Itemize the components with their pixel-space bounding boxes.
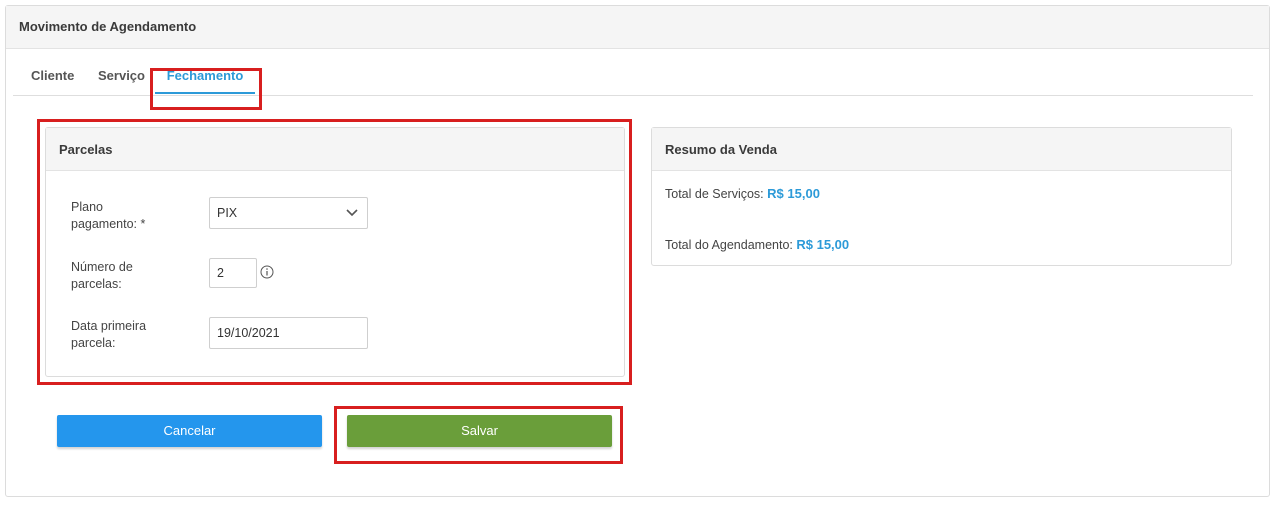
- highlight-tab-fechamento: [150, 68, 262, 110]
- parcelas-panel: Parcelas Plano pagamento: * PIX Número d…: [45, 127, 625, 377]
- data-label-line2: parcela:: [71, 336, 116, 350]
- total-servicos-label: Total de Serviços:: [665, 187, 764, 201]
- numero-label-line1: Número de: [71, 260, 133, 274]
- chevron-down-icon: [346, 209, 358, 217]
- plano-select[interactable]: PIX: [209, 197, 368, 229]
- save-button[interactable]: Salvar: [347, 415, 612, 447]
- data-primeira-parcela-input[interactable]: 19/10/2021: [209, 317, 368, 349]
- page-title: Movimento de Agendamento: [6, 6, 1269, 49]
- total-agendamento-value: R$ 15,00: [796, 237, 850, 252]
- numero-label: Número de parcelas:: [71, 259, 181, 293]
- total-agendamento-row: Total do Agendamento: R$ 15,00: [665, 237, 849, 252]
- total-agendamento-label: Total do Agendamento:: [665, 238, 793, 252]
- tab-servico[interactable]: Serviço: [98, 60, 145, 94]
- data-label: Data primeira parcela:: [71, 318, 181, 352]
- numero-parcelas-input[interactable]: 2: [209, 258, 257, 288]
- tab-cliente[interactable]: Cliente: [31, 60, 74, 94]
- plano-selected-value: PIX: [217, 206, 238, 220]
- total-servicos-row: Total de Serviços: R$ 15,00: [665, 186, 820, 201]
- parcelas-title: Parcelas: [46, 128, 624, 171]
- info-icon[interactable]: [260, 265, 274, 279]
- resumo-title: Resumo da Venda: [652, 128, 1231, 171]
- data-label-line1: Data primeira: [71, 319, 147, 333]
- numero-label-line2: parcelas:: [71, 277, 122, 291]
- total-servicos-value: R$ 15,00: [767, 186, 820, 201]
- plano-label-line2: pagamento: *: [71, 217, 146, 231]
- plano-label: Plano pagamento: *: [71, 199, 181, 233]
- cancel-button[interactable]: Cancelar: [57, 415, 322, 447]
- plano-label-line1: Plano: [71, 200, 103, 214]
- resumo-panel: Resumo da Venda Total de Serviços: R$ 15…: [651, 127, 1232, 266]
